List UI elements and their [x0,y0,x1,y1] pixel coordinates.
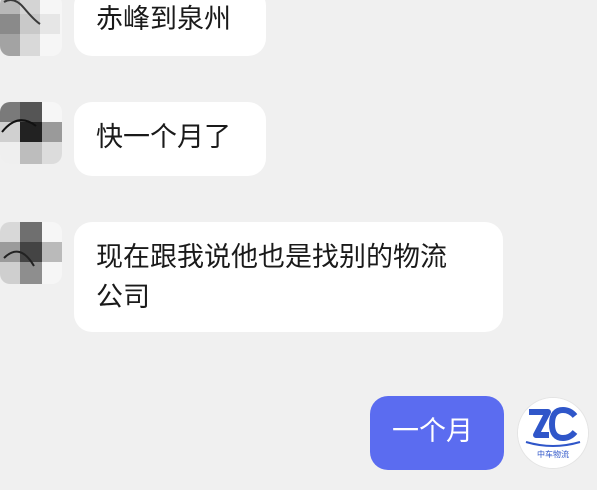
company-logo-icon: 中车物流 [518,398,588,468]
message-text: 一个月 [392,416,473,447]
pixelated-avatar-image [0,102,62,164]
message-text-line-1: 现在跟我说他也是找别的物流 [96,242,447,273]
contact-avatar[interactable] [0,222,62,284]
message-bubble-received[interactable]: 现在跟我说他也是找别的物流 公司 [74,222,503,332]
message-text: 赤峰到泉州 [96,4,231,35]
message-text-line-2: 公司 [96,282,150,313]
contact-avatar[interactable] [0,0,62,56]
contact-avatar[interactable] [0,102,62,164]
logo-caption: 中车物流 [537,449,569,459]
message-bubble-received[interactable]: 赤峰到泉州 [74,0,266,56]
pixelated-avatar-image [0,0,62,56]
message-bubble-received[interactable]: 快一个月了 [74,102,266,176]
self-avatar[interactable]: 中车物流 [518,398,588,468]
message-bubble-sent[interactable]: 一个月 [370,396,504,470]
pixelated-avatar-image [0,222,62,284]
message-text: 快一个月了 [96,122,231,153]
chat-thread: 赤峰到泉州 快一个月了 现在跟我说他也是找别的物流 公司 一个月 中车物流 [0,0,597,490]
